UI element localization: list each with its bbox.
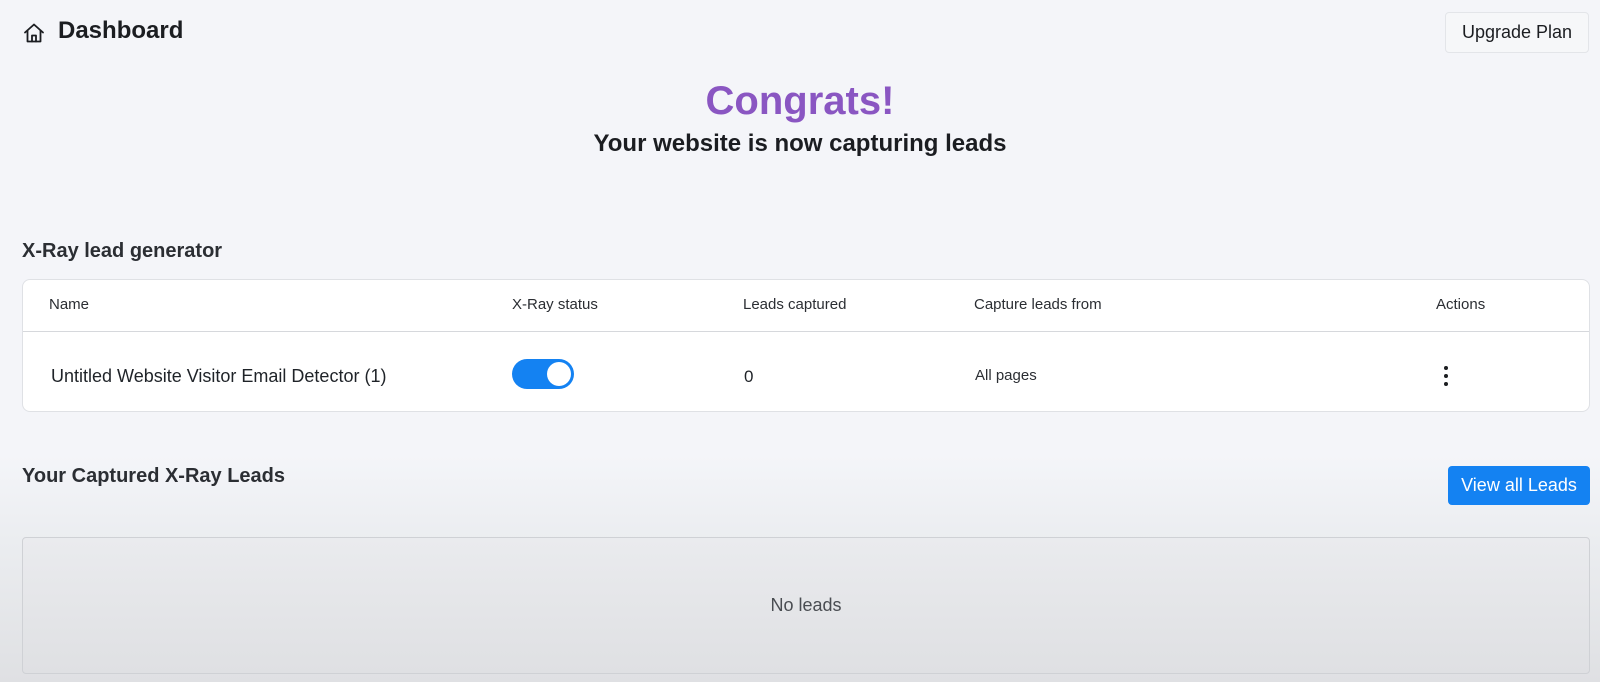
lead-generator-name[interactable]: Untitled Website Visitor Email Detector … [51,366,386,387]
column-header-actions: Actions [1436,296,1486,313]
captured-leads-panel: No leads [22,537,1590,674]
toggle-knob [547,362,571,386]
lead-generator-table: Name X-Ray status Leads captured Capture… [22,279,1590,412]
empty-state-text: No leads [770,595,842,615]
column-header-leads: Leads captured [743,296,847,313]
home-icon[interactable] [22,21,46,45]
top-bar: Dashboard Upgrade Plan [0,0,1600,64]
column-header-status: X-Ray status [512,296,598,313]
table-header: Name X-Ray status Leads captured Capture… [23,280,1589,332]
view-all-leads-button[interactable]: View all Leads [1448,466,1590,505]
more-vertical-icon[interactable] [1443,366,1449,388]
lead-generator-section-title: X-Ray lead generator [22,240,223,262]
page-title: Dashboard [58,17,184,44]
column-header-capture-from: Capture leads from [974,296,1102,313]
captured-leads-section-title: Your Captured X-Ray Leads [22,465,286,487]
congrats-heading: Congrats! [705,79,895,123]
xray-status-toggle[interactable] [512,359,574,389]
column-header-name: Name [49,296,90,313]
congrats-banner: Congrats! Your website is now capturing … [0,76,1600,159]
upgrade-plan-button[interactable]: Upgrade Plan [1445,12,1589,53]
leads-captured-count: 0 [744,367,754,386]
congrats-subheading: Your website is now capturing leads [593,130,1007,157]
capture-leads-from-value: All pages [975,367,1037,384]
